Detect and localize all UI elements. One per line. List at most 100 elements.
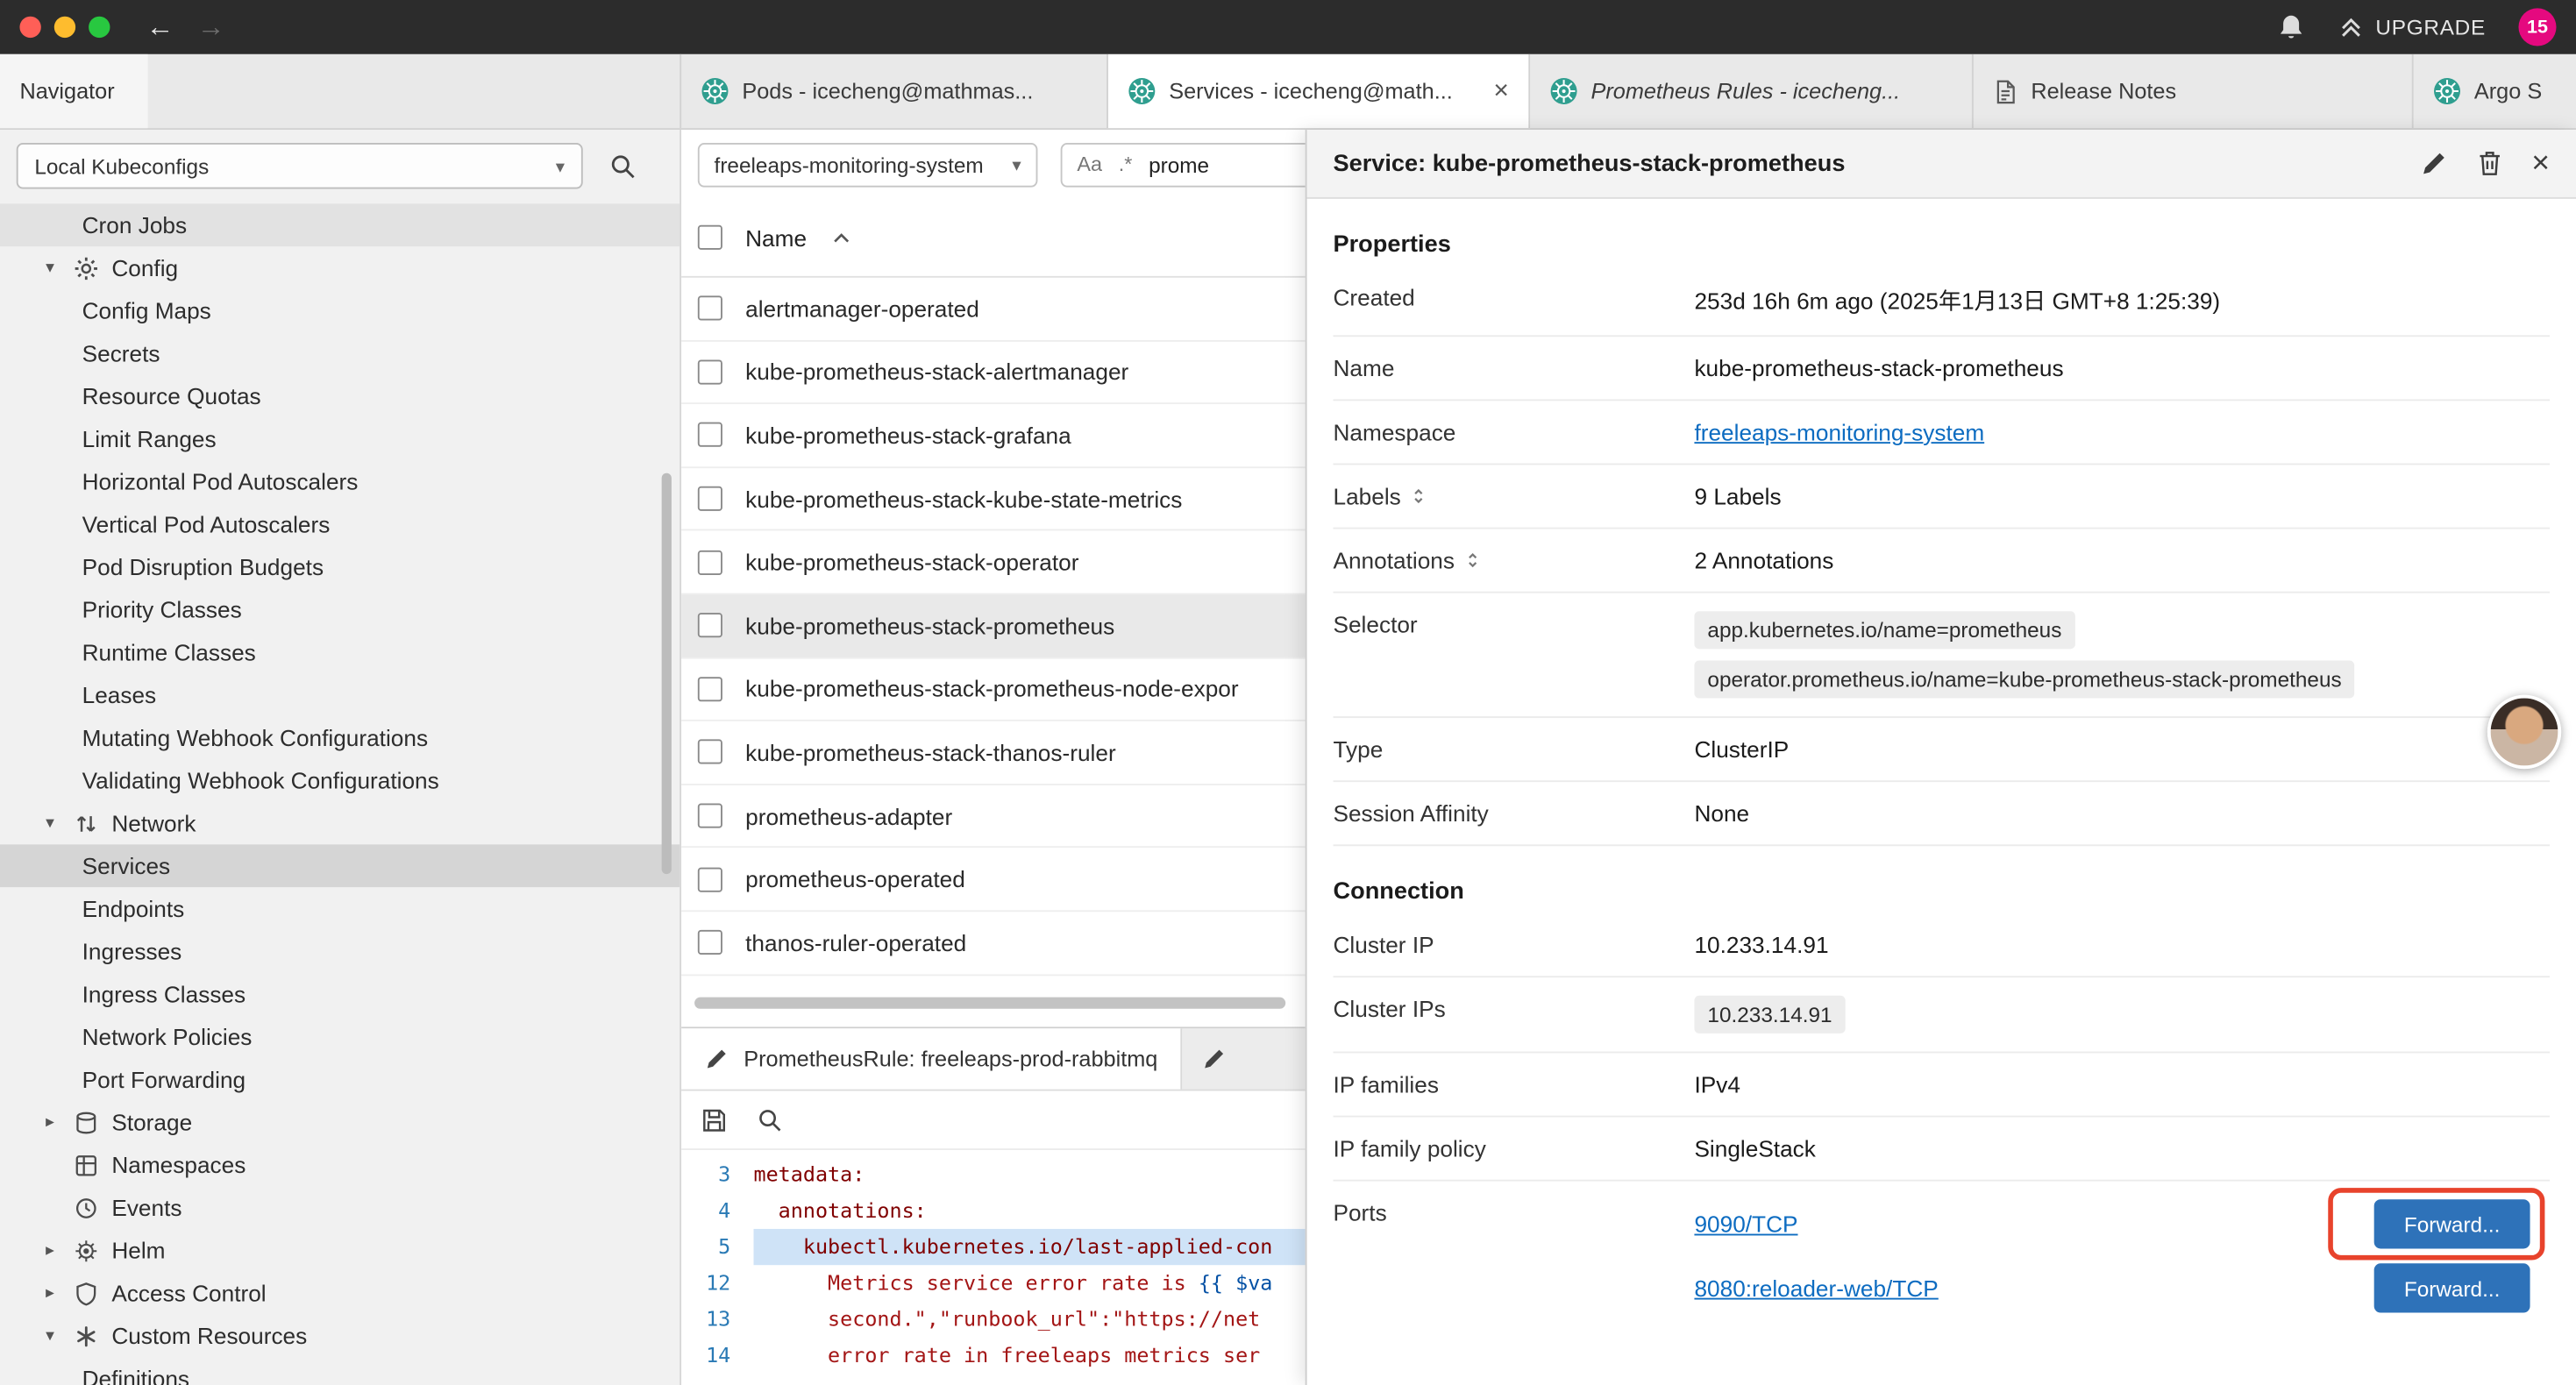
namespace-link[interactable]: freeleaps-monitoring-system — [1694, 419, 1984, 445]
property-row-cluster-ips: Cluster IPs 10.233.14.91 — [1333, 977, 2550, 1053]
property-row-labels: Labels 9 Labels — [1333, 465, 2550, 529]
sidebar-item-ingresses[interactable]: Ingresses — [0, 930, 680, 973]
sidebar-item-limit-ranges[interactable]: Limit Ranges — [0, 417, 680, 460]
tab-strip: Navigator Pods - icecheng@mathmas... Ser… — [0, 54, 2576, 130]
namespace-select-value: freeleaps-monitoring-system — [715, 152, 984, 176]
row-checkbox[interactable] — [698, 487, 722, 511]
save-icon[interactable] — [701, 1106, 728, 1133]
navigator-header: Navigator — [0, 54, 681, 128]
property-row-session-affinity: Session Affinity None — [1333, 782, 2550, 846]
edit-icon[interactable] — [2420, 150, 2448, 178]
sidebar-item-leases[interactable]: Leases — [0, 673, 680, 716]
search-value: prome — [1149, 152, 1209, 176]
kubeconfig-select[interactable]: Local Kubeconfigs ▾ — [17, 143, 583, 188]
sidebar-item-services[interactable]: Services — [0, 844, 680, 887]
chevron-right-icon: ▸ — [39, 1283, 60, 1303]
row-checkbox[interactable] — [698, 677, 722, 701]
sidebar-item-priority-classes[interactable]: Priority Classes — [0, 588, 680, 631]
sidebar-item-pod-disruption-budgets[interactable]: Pod Disruption Budgets — [0, 545, 680, 588]
database-icon — [74, 1110, 98, 1134]
chevron-down-icon: ▾ — [556, 155, 565, 176]
row-checkbox[interactable] — [698, 614, 722, 638]
tab-services[interactable]: Services - icecheng@math... × — [1108, 54, 1530, 128]
sidebar-item-mutating-webhook-configurations[interactable]: Mutating Webhook Configurations — [0, 716, 680, 759]
back-icon[interactable]: ← — [146, 11, 174, 43]
tab-prometheus-rules[interactable]: Prometheus Rules - icecheng... — [1530, 54, 1974, 128]
sidebar-item-config[interactable]: ▾ Config — [0, 246, 680, 289]
expand-collapse-icon[interactable] — [1464, 550, 1481, 570]
select-all-checkbox[interactable] — [698, 225, 722, 250]
sidebar-item-config-maps[interactable]: Config Maps — [0, 289, 680, 332]
sidebar-item-custom-resources[interactable]: ▾ Custom Resources — [0, 1314, 680, 1357]
regex-toggle[interactable]: .* — [1119, 153, 1133, 175]
expand-collapse-icon[interactable] — [1411, 487, 1427, 506]
search-icon[interactable] — [757, 1106, 783, 1133]
sidebar-item-definitions[interactable]: Definitions — [0, 1357, 680, 1385]
trash-icon[interactable] — [2477, 150, 2501, 178]
window-close-button[interactable] — [19, 17, 40, 38]
horizontal-scrollbar[interactable] — [694, 998, 1285, 1009]
forward-button[interactable]: Forward... — [2374, 1263, 2530, 1312]
sort-ascending-icon[interactable] — [833, 231, 851, 244]
pencil-icon — [704, 1047, 729, 1071]
sidebar-item-runtime-classes[interactable]: Runtime Classes — [0, 631, 680, 674]
window-minimize-button[interactable] — [54, 17, 75, 38]
bell-icon[interactable] — [2277, 12, 2305, 42]
row-checkbox[interactable] — [698, 423, 722, 448]
row-checkbox[interactable] — [698, 740, 722, 764]
sidebar-item-events[interactable]: Events — [0, 1186, 680, 1229]
close-icon[interactable]: × — [1493, 76, 1508, 106]
arrows-up-down-icon — [74, 811, 98, 835]
row-checkbox[interactable] — [698, 296, 722, 321]
row-checkbox[interactable] — [698, 867, 722, 891]
sidebar-item-validating-webhook-configurations[interactable]: Validating Webhook Configurations — [0, 759, 680, 802]
search-icon[interactable] — [609, 152, 637, 180]
upgrade-button[interactable]: UPGRADE — [2338, 14, 2486, 40]
sidebar-item-secrets[interactable]: Secrets — [0, 332, 680, 375]
chevron-right-icon: ▸ — [39, 1112, 60, 1132]
kubernetes-icon — [1128, 77, 1156, 105]
avatar[interactable] — [2487, 695, 2561, 769]
tab-pods[interactable]: Pods - icecheng@mathmas... — [681, 54, 1108, 128]
sidebar-item-namespaces[interactable]: Namespaces — [0, 1143, 680, 1186]
row-checkbox[interactable] — [698, 550, 722, 574]
match-case-toggle[interactable]: Aa — [1077, 153, 1102, 175]
sidebar-item-ingress-classes[interactable]: Ingress Classes — [0, 973, 680, 1016]
row-checkbox[interactable] — [698, 930, 722, 955]
sidebar-item-access-control[interactable]: ▸ Access Control — [0, 1272, 680, 1315]
connection-heading: Connection — [1333, 870, 2550, 913]
sidebar-item-port-forwarding[interactable]: Port Forwarding — [0, 1058, 680, 1101]
forward-icon[interactable]: → — [197, 11, 225, 43]
tab-argo[interactable]: Argo S — [2414, 54, 2576, 128]
port-line: 9090/TCP Forward... — [1694, 1199, 2530, 1248]
window-controls — [19, 17, 110, 38]
notification-badge[interactable]: 15 — [2518, 8, 2556, 46]
forward-button[interactable]: Forward... — [2374, 1199, 2530, 1248]
row-checkbox[interactable] — [698, 804, 722, 828]
sidebar-item-helm[interactable]: ▸ Helm — [0, 1229, 680, 1272]
sidebar-item-cron-jobs[interactable]: Cron Jobs — [0, 203, 680, 246]
port-link[interactable]: 9090/TCP — [1694, 1211, 1797, 1237]
row-checkbox[interactable] — [698, 359, 722, 384]
navigator-sidebar: Local Kubeconfigs ▾ Cron Jobs ▾ Config C… — [0, 130, 681, 1385]
sidebar-item-network[interactable]: ▾ Network — [0, 802, 680, 845]
sidebar-item-vertical-pod-autoscalers[interactable]: Vertical Pod Autoscalers — [0, 503, 680, 546]
tab-release-notes[interactable]: Release Notes — [1974, 54, 2414, 128]
cluster-ip-chip: 10.233.14.91 — [1694, 996, 1845, 1033]
dock-tab-next[interactable] — [1182, 1028, 1246, 1089]
sidebar-item-endpoints[interactable]: Endpoints — [0, 887, 680, 930]
tab-label: Release Notes — [2031, 79, 2392, 103]
sidebar-item-horizontal-pod-autoscalers[interactable]: Horizontal Pod Autoscalers — [0, 460, 680, 503]
sidebar-item-storage[interactable]: ▸ Storage — [0, 1101, 680, 1144]
sidebar-item-network-policies[interactable]: Network Policies — [0, 1015, 680, 1058]
sidebar-scrollbar[interactable] — [662, 473, 672, 874]
window-maximize-button[interactable] — [89, 17, 110, 38]
sidebar-item-resource-quotas[interactable]: Resource Quotas — [0, 374, 680, 417]
chevron-down-icon: ▾ — [39, 1326, 60, 1346]
dock-tab-prometheusrule[interactable]: PrometheusRule: freeleaps-prod-rabbitmq — [681, 1028, 1182, 1089]
close-icon[interactable]: × — [2531, 148, 2550, 180]
tab-label: Pods - icecheng@mathmas... — [742, 79, 1086, 103]
name-column-header[interactable]: Name — [745, 224, 807, 251]
namespace-select[interactable]: freeleaps-monitoring-system ▾ — [698, 142, 1038, 187]
port-link[interactable]: 8080:reloader-web/TCP — [1694, 1275, 1938, 1301]
